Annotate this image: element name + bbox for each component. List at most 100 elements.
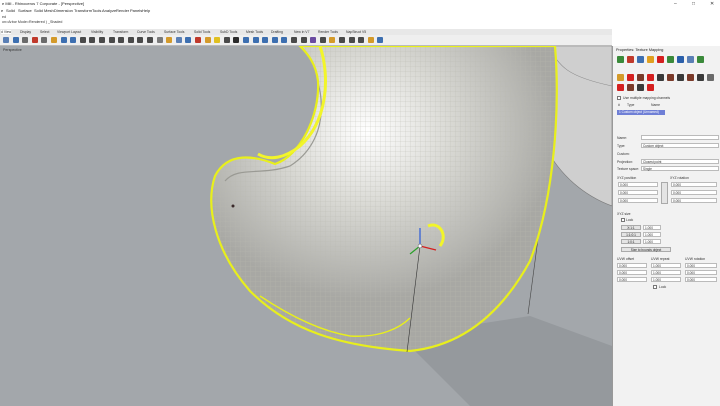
size-preset-button-1[interactable]: X:1:1	[621, 225, 641, 230]
filter-icon[interactable]	[223, 37, 230, 43]
cylinder-icon[interactable]	[667, 74, 674, 81]
viewport-label[interactable]: Perspective	[3, 48, 22, 52]
gumball-icon[interactable]	[377, 37, 384, 43]
rotation-z-field[interactable]: 0.000	[671, 198, 717, 203]
uvw-lock-checkbox[interactable]	[653, 285, 657, 289]
material-icon[interactable]	[204, 37, 211, 43]
menu-item-help[interactable]: Help	[142, 8, 150, 13]
projection-select[interactable]: Closest point	[641, 159, 719, 164]
menu-item-mesh[interactable]: Mesh	[44, 8, 54, 13]
link-position-button[interactable]	[661, 182, 668, 204]
tab-render-tools[interactable]: Render Tools	[318, 30, 338, 34]
menu-item-panels[interactable]: Panels	[130, 8, 142, 13]
tab-display[interactable]: Display	[20, 30, 31, 34]
mesh-icon[interactable]	[271, 37, 278, 43]
add-icon[interactable]	[617, 84, 624, 91]
command-prompt[interactable]: on=Arbor Mode=Rendered ) _Shaded	[2, 20, 62, 24]
block-icon[interactable]	[310, 37, 317, 43]
delete-icon[interactable]	[647, 84, 654, 91]
render-icon[interactable]	[687, 56, 694, 63]
use-multiple-checkbox[interactable]	[617, 96, 621, 100]
refresh-icon[interactable]	[637, 84, 644, 91]
zoom-extents-icon[interactable]	[118, 37, 125, 43]
command-history[interactable]: ed on=Arbor Mode=Rendered ) _Shaded	[0, 14, 720, 27]
size-y-field[interactable]: 1.000	[643, 232, 661, 237]
tab-transform[interactable]: Transform	[113, 30, 128, 34]
properties-icon[interactable]	[175, 37, 182, 43]
tab-subd-tools[interactable]: SubD Tools	[220, 30, 237, 34]
menu-item-analyze[interactable]: Analyze	[102, 8, 116, 13]
uvw-rotation-field-2[interactable]: 0.000	[685, 270, 717, 275]
select-icon[interactable]	[358, 37, 365, 43]
menu-item-surface[interactable]: Surface	[18, 8, 32, 13]
uvw-offset-field-1[interactable]: 0.000	[617, 263, 647, 268]
cut-icon[interactable]	[31, 37, 38, 43]
menu-item-tools[interactable]: Tools	[92, 8, 101, 13]
solid-icon[interactable]	[262, 37, 269, 43]
grid-icon[interactable]	[156, 37, 163, 43]
tab-napstruct[interactable]: NapStruct V5	[346, 30, 366, 34]
name-field[interactable]	[641, 135, 719, 140]
tab-new-in-v7[interactable]: New in V7	[294, 30, 309, 34]
group-icon[interactable]	[319, 37, 326, 43]
tab-select[interactable]: Select	[40, 30, 49, 34]
display-mode-icon[interactable]	[185, 37, 192, 43]
hide-icon[interactable]	[339, 37, 345, 43]
sphere-icon[interactable]	[657, 74, 664, 81]
tab-solid-tools[interactable]: Solid Tools	[194, 30, 210, 34]
plane-icon[interactable]	[637, 74, 644, 81]
menu-item-dimension[interactable]: Dimension	[54, 8, 73, 13]
remove-icon[interactable]	[627, 84, 634, 91]
mapping-list-row[interactable]: 1 Custom object (Unnamed)	[617, 110, 665, 115]
pan-icon[interactable]	[79, 37, 86, 43]
surface-icon[interactable]	[252, 37, 259, 43]
rotation-x-field[interactable]: 0.000	[671, 182, 717, 187]
perspective-viewport[interactable]: Perspective	[0, 46, 612, 406]
open-file-icon[interactable]	[3, 37, 9, 43]
dimension-icon[interactable]	[291, 37, 297, 43]
settings-icon[interactable]	[707, 74, 714, 81]
uvw-rotation-field-1[interactable]: 0.000	[685, 263, 717, 268]
zoom-selected-icon[interactable]	[127, 37, 134, 43]
undo-icon[interactable]	[60, 37, 67, 43]
size-to-bounds-button[interactable]: Size to bounds object	[621, 247, 671, 252]
four-views-icon[interactable]	[147, 37, 153, 43]
menu-item[interactable]: e	[1, 8, 3, 13]
tab-standard-view[interactable]: d View	[1, 30, 12, 34]
type-select[interactable]: Custom object	[641, 143, 719, 148]
size-preset-button-2[interactable]: 1:1:0:1	[621, 232, 641, 237]
uvw-offset-field-2[interactable]: 0.000	[617, 270, 647, 275]
point-icon[interactable]	[233, 37, 240, 43]
uv-icon[interactable]	[677, 74, 684, 81]
zoom-icon[interactable]	[99, 37, 105, 43]
menu-item-render[interactable]: Render	[116, 8, 129, 13]
subd-icon[interactable]	[281, 37, 288, 43]
material-icon[interactable]	[627, 56, 634, 63]
minimize-button[interactable]: –	[674, 1, 677, 7]
texture-space-select[interactable]: Single	[641, 166, 719, 171]
copy-icon[interactable]	[41, 37, 48, 43]
menu-item-transform[interactable]: Transform	[74, 8, 92, 13]
undo-view-icon[interactable]	[137, 37, 144, 43]
object-icon[interactable]	[617, 56, 624, 63]
menu-item-solid-2[interactable]: Solid	[34, 8, 43, 13]
position-z-field[interactable]: 0.000	[618, 198, 658, 203]
size-x-field[interactable]: 1.000	[643, 225, 661, 230]
size-preset-button-3[interactable]: 1:0:1	[621, 239, 641, 244]
globe-icon[interactable]	[677, 56, 684, 63]
tab-mesh-tools[interactable]: Mesh Tools	[246, 30, 263, 34]
uvw-repeat-field-1[interactable]: 1.000	[651, 263, 681, 268]
snap-icon[interactable]	[367, 37, 374, 43]
tab-curve-tools[interactable]: Curve Tools	[137, 30, 155, 34]
camera-icon[interactable]	[697, 74, 704, 81]
zoom-window-icon[interactable]	[108, 37, 115, 43]
position-x-field[interactable]: 0.000	[618, 182, 658, 187]
surface-icon[interactable]	[687, 74, 694, 81]
redo-icon[interactable]	[70, 37, 77, 43]
tab-visibility[interactable]: Visibility	[91, 30, 103, 34]
curve-icon[interactable]	[243, 37, 249, 43]
menu-item-solid[interactable]: Solid	[6, 8, 15, 13]
position-y-field[interactable]: 0.000	[618, 190, 658, 195]
check-icon[interactable]	[697, 56, 704, 63]
print-icon[interactable]	[22, 37, 29, 43]
